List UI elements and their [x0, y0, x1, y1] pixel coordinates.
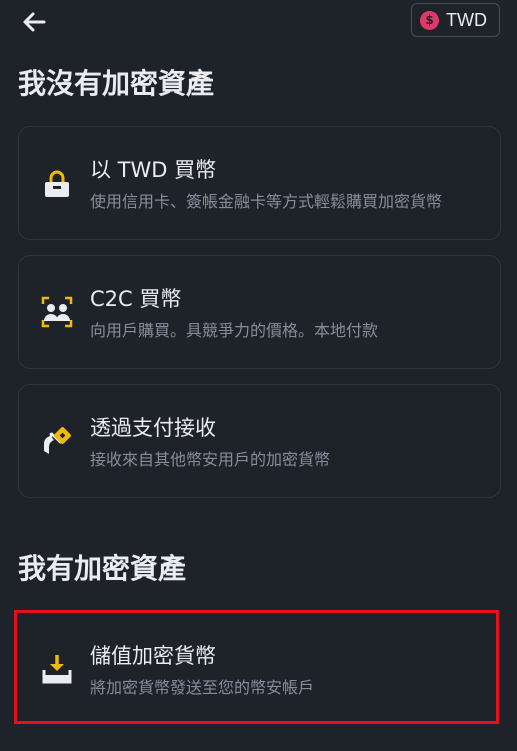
card-description: 接收來自其他幣安用戶的加密貨幣 [90, 450, 331, 469]
card-description: 將加密貨幣發送至您的幣安帳戶 [90, 678, 315, 697]
dollar-coin-icon: $ [420, 10, 440, 30]
currency-label: TWD [446, 9, 487, 30]
card-title: 儲值加密貨幣 [90, 644, 216, 668]
receive-payment-icon [44, 427, 71, 454]
deposit-crypto-card[interactable]: 儲值加密貨幣 將加密貨幣發送至您的幣安帳戶 [18, 612, 501, 726]
buy-with-twd-card[interactable]: 以 TWD 買幣 使用信用卡、簽帳金融卡等方式輕鬆購買加密貨幣 [18, 126, 501, 240]
card-title: C2C 買幣 [90, 287, 182, 311]
section-title-have-crypto: 我有加密資產 [18, 552, 187, 585]
users-icon [41, 296, 73, 328]
card-title: 透過支付接收 [90, 416, 216, 440]
top-bar: $ TWD [0, 0, 517, 48]
receive-via-pay-card[interactable]: 透過支付接收 接收來自其他幣安用戶的加密貨幣 [18, 384, 501, 498]
deposit-icon [42, 655, 72, 684]
arrow-left-icon [23, 12, 46, 32]
card-description: 使用信用卡、簽帳金融卡等方式輕鬆購買加密貨幣 [90, 192, 443, 211]
card-title: 以 TWD 買幣 [90, 158, 217, 182]
lock-icon [45, 170, 69, 197]
section-title-no-crypto: 我沒有加密資產 [18, 67, 215, 100]
back-button[interactable] [18, 6, 50, 38]
c2c-buy-card[interactable]: C2C 買幣 向用戶購買。具競爭力的價格。本地付款 [18, 255, 501, 369]
card-description: 向用戶購買。具競爭力的價格。本地付款 [90, 321, 379, 340]
currency-selector-button[interactable]: $ TWD [411, 3, 500, 37]
